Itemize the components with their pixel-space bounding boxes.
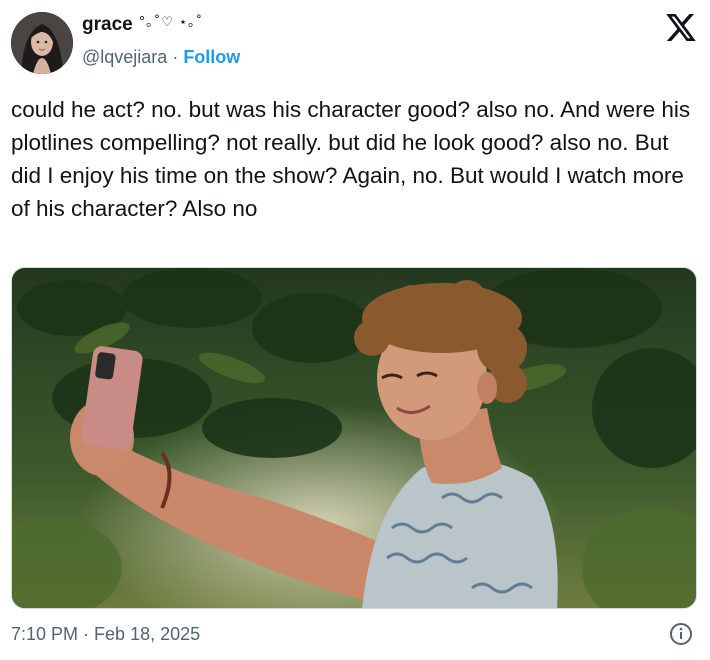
tweet-timestamp[interactable]: 7:10 PM · Feb 18, 2025 [11, 624, 200, 645]
x-logo-icon[interactable] [666, 14, 696, 41]
tweet-card: grace °｡˚♡ ⋆｡˚ @lqvejiara · Follow could… [0, 0, 710, 660]
user-name-row: grace °｡˚♡ ⋆｡˚ [82, 14, 203, 36]
name-decoration: °｡˚♡ ⋆｡˚ [138, 15, 204, 30]
handle-row: @lqvejiara · Follow [82, 47, 240, 68]
tweet-time: 7:10 PM [11, 624, 79, 644]
tweet-date: Feb 18, 2025 [94, 624, 201, 644]
follow-button[interactable]: Follow [183, 47, 240, 68]
avatar[interactable] [11, 12, 73, 74]
handle-separator: · [172, 47, 179, 67]
tweet-text: could he act? no. but was his character … [11, 97, 691, 221]
timestamp-separator: · [83, 624, 90, 644]
display-name[interactable]: grace [82, 14, 133, 36]
user-handle[interactable]: @lqvejiara [82, 47, 167, 68]
tweet-photo[interactable] [11, 267, 697, 609]
info-icon[interactable] [669, 622, 693, 646]
